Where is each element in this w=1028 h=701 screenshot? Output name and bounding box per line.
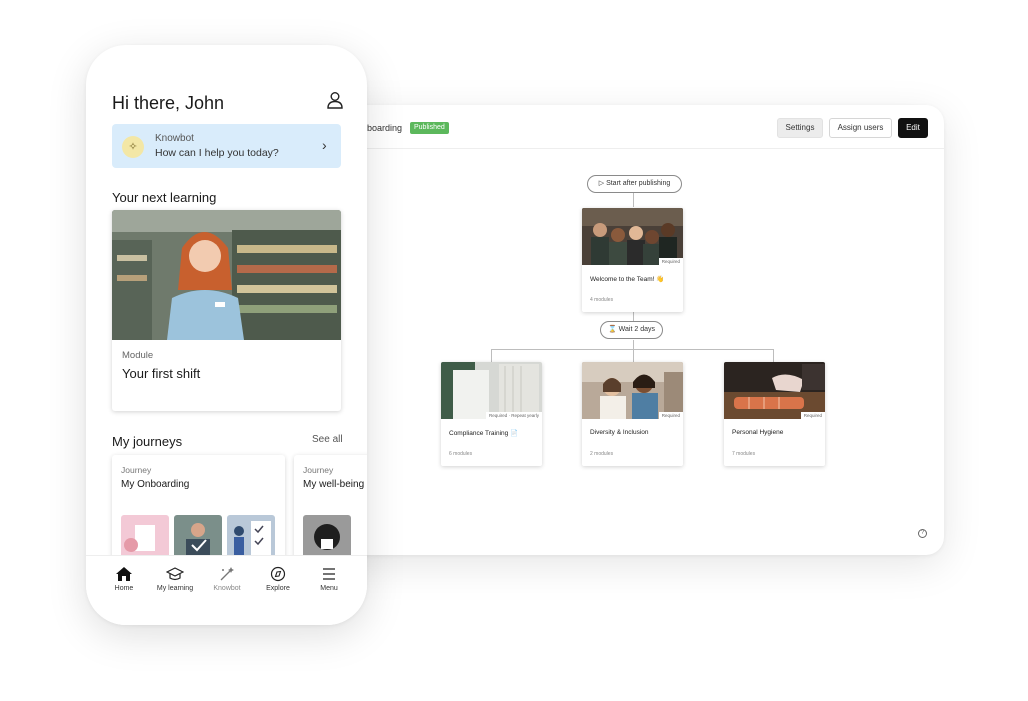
mobile-app: Hi there, John ✧ Knowbot How can I help … — [86, 45, 367, 625]
see-all-link[interactable]: See all — [312, 434, 343, 445]
chevron-right-icon: › — [322, 137, 327, 153]
journey-node-compliance[interactable]: Required · Repeat yearly Compliance Trai… — [441, 362, 542, 466]
module-title: Your first shift — [122, 366, 201, 381]
connector-line — [773, 349, 774, 362]
journey-thumbnail — [227, 515, 275, 560]
nav-menu[interactable]: Menu — [301, 556, 357, 616]
wait-step-label: Wait 2 days — [618, 326, 655, 333]
greeting-title: Hi there, John — [112, 93, 225, 113]
status-badge: Published — [410, 122, 449, 134]
connector-line — [491, 349, 492, 362]
editor-header: Onboarding Published Settings Assign use… — [300, 105, 944, 149]
journey-thumbnail — [121, 515, 169, 560]
profile-icon[interactable] — [326, 91, 344, 109]
help-icon[interactable]: ? — [918, 529, 927, 538]
journeys-heading: My journeys — [112, 434, 183, 449]
edit-button[interactable]: Edit — [898, 118, 928, 138]
team-photo — [582, 208, 683, 265]
journey-card-onboarding[interactable]: Journey My Onboarding — [112, 455, 285, 560]
connector-line — [633, 192, 634, 207]
nav-label: Home — [114, 585, 134, 592]
node-title: Compliance Training 📄 — [449, 430, 519, 437]
knowbot-wand-icon: ✧ — [122, 136, 144, 158]
marketing-composition: Onboarding Published Settings Assign use… — [0, 0, 1028, 701]
nav-label: Explore — [266, 585, 290, 592]
knowbot-subtitle: How can I help you today? — [155, 147, 279, 159]
play-icon: ▷ — [598, 180, 605, 187]
node-title: Personal Hygiene — [732, 429, 784, 436]
menu-icon — [323, 568, 335, 580]
next-module-card[interactable]: Module Your first shift — [112, 210, 341, 411]
journey-thumbnail — [303, 515, 351, 560]
start-trigger-pill[interactable]: ▷ Start after publishing — [587, 175, 682, 193]
node-tag: Required · Repeat yearly — [485, 412, 542, 419]
hourglass-icon: ⌛ — [608, 326, 617, 333]
journey-title: My Onboarding — [121, 479, 190, 490]
journey-thumbnail — [174, 515, 222, 560]
node-title: Diversity & Inclusion — [590, 429, 649, 436]
start-trigger-label: Start after publishing — [606, 180, 671, 187]
nav-explore[interactable]: Explore — [250, 556, 306, 616]
compliance-photo — [441, 362, 542, 419]
nav-label: Menu — [320, 585, 338, 592]
connector-line — [633, 340, 634, 362]
node-modules-count: 7 modules — [732, 451, 756, 457]
journey-type-label: Journey — [303, 465, 334, 475]
diversity-photo — [582, 362, 683, 419]
nav-label: Knowbot — [213, 585, 241, 592]
hygiene-photo — [724, 362, 825, 419]
wait-step-pill[interactable]: ⌛ Wait 2 days — [600, 321, 663, 339]
settings-button[interactable]: Settings — [777, 118, 823, 138]
journey-editor-window: Onboarding Published Settings Assign use… — [300, 105, 944, 555]
module-type-label: Module — [122, 350, 154, 361]
home-icon — [116, 567, 132, 581]
nav-knowbot[interactable]: Knowbot — [199, 556, 255, 616]
connector-line — [491, 349, 774, 350]
nav-my-learning[interactable]: My learning — [147, 556, 203, 616]
journey-node-welcome[interactable]: Required Welcome to the Team! 👋 4 module… — [582, 208, 683, 312]
node-modules-count: 2 modules — [590, 451, 614, 457]
node-tag: Required — [658, 412, 683, 419]
journey-node-diversity[interactable]: Required Diversity & Inclusion 2 modules — [582, 362, 683, 466]
journey-type-label: Journey — [121, 465, 152, 475]
next-learning-heading: Your next learning — [112, 190, 217, 205]
graduation-cap-icon — [166, 567, 184, 581]
node-modules-count: 4 modules — [590, 297, 614, 303]
knowbot-card[interactable]: ✧ Knowbot How can I help you today? › — [112, 124, 341, 168]
node-tag: Required — [800, 412, 825, 419]
node-title: Welcome to the Team! 👋 — [590, 276, 665, 283]
magic-wand-icon — [220, 567, 234, 581]
compass-icon — [270, 566, 286, 582]
journey-card-wellbeing[interactable]: Journey My well-being — [294, 455, 367, 560]
node-modules-count: 6 modules — [449, 451, 473, 457]
journey-title: My well-being — [303, 479, 365, 490]
nav-label: My learning — [156, 585, 194, 592]
bottom-navigation: Home My learning Knowbot Explore Menu — [86, 555, 367, 625]
journey-node-hygiene[interactable]: Required Personal Hygiene 7 modules — [724, 362, 825, 466]
module-photo — [112, 210, 341, 340]
node-tag: Required — [658, 258, 683, 265]
nav-home[interactable]: Home — [96, 556, 152, 616]
knowbot-title: Knowbot — [155, 133, 194, 144]
assign-users-button[interactable]: Assign users — [829, 118, 892, 138]
